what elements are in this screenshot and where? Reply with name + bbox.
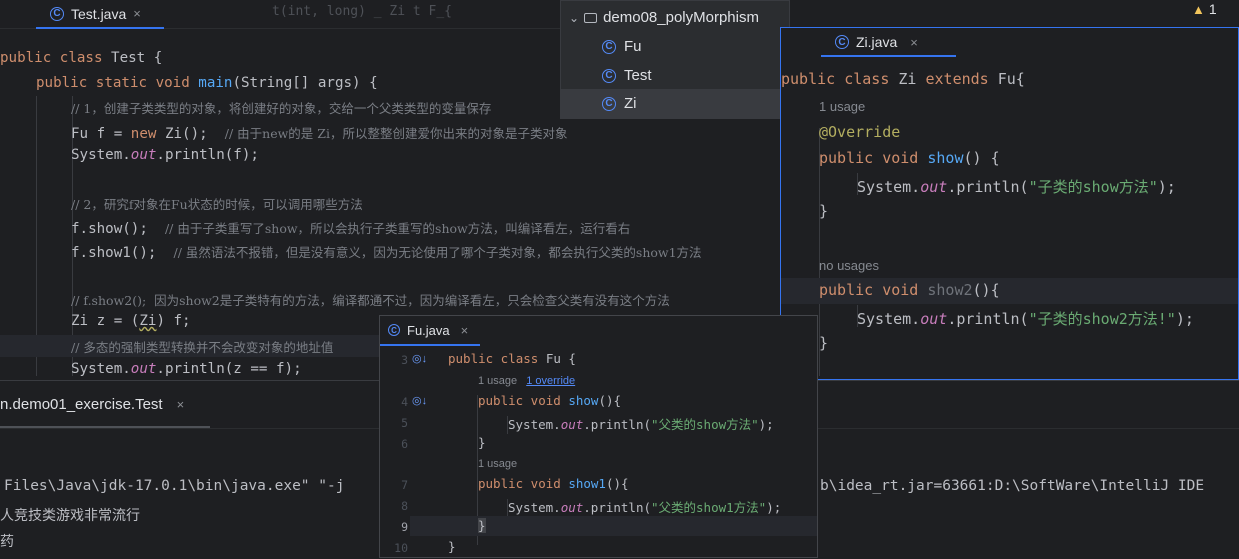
close-icon[interactable]: × bbox=[461, 323, 469, 338]
code-line: Fu f = new Zi(); // 由于new的是 Zi，所以整整创建爱你出… bbox=[71, 126, 568, 142]
code-line: System.out.println("父类的show1方法"); bbox=[508, 500, 782, 515]
current-line-highlight bbox=[410, 516, 817, 536]
class-icon: C bbox=[602, 68, 616, 83]
code-line: public void show(){ bbox=[478, 393, 622, 408]
tab-fu-java[interactable]: C Fu.java × bbox=[388, 318, 468, 342]
folder-icon bbox=[584, 12, 598, 23]
code-line: } bbox=[448, 539, 456, 554]
active-tab-indicator bbox=[821, 55, 956, 57]
code-line: System.out.println("子类的show方法"); bbox=[857, 178, 1176, 196]
active-tab-indicator bbox=[36, 27, 164, 29]
code-line: // 1，创建子类类型的对象，将创建好的对象，交给一个父类类型的变量保存 bbox=[71, 101, 492, 116]
code-line: } bbox=[478, 518, 486, 533]
fu-editor-window[interactable]: C Fu.java × 3 4 5 6 7 8 9 10 ◎↓ ◎↓ publi… bbox=[379, 315, 818, 558]
usage-count[interactable]: 1 usage bbox=[478, 375, 517, 387]
close-icon[interactable]: × bbox=[910, 35, 918, 50]
code-line: public void show2(){ bbox=[819, 281, 1000, 299]
popup-item-fu[interactable]: C Fu bbox=[561, 32, 789, 61]
code-line: public void show() { bbox=[819, 149, 1000, 167]
warning-icon: ▲ bbox=[1192, 1, 1205, 17]
code-line: } bbox=[478, 435, 486, 450]
usage-hint[interactable]: 1 usage bbox=[478, 458, 517, 470]
tab-label: Zi.java bbox=[856, 34, 898, 50]
class-icon: C bbox=[835, 35, 849, 49]
indent-guide bbox=[36, 96, 37, 376]
behind-code-text: t(int, long) _ Zi t F_{ bbox=[272, 4, 453, 19]
tab-label: Test.java bbox=[71, 5, 127, 22]
console-output-line: b\idea_rt.jar=63661:D:\SoftWare\IntelliJ… bbox=[820, 478, 1205, 494]
code-line: public class Zi extends Fu{ bbox=[781, 70, 1025, 88]
code-line: @Override bbox=[819, 123, 901, 141]
code-line: public void show1(){ bbox=[478, 476, 629, 491]
popup-item-label: Fu bbox=[624, 38, 642, 55]
class-icon: C bbox=[50, 6, 64, 21]
popup-title: demo08_polyMorphism bbox=[603, 9, 759, 26]
warning-indicator[interactable]: ▲ 1 bbox=[1192, 0, 1217, 18]
popup-item-zi[interactable]: C Zi bbox=[561, 89, 789, 118]
close-icon[interactable]: × bbox=[133, 6, 141, 21]
code-line: f.show(); // 由于子类重写了show，所以会执行子类重写的show方… bbox=[71, 221, 631, 237]
code-line: // 多态的强制类型转换并不会改变对象的地址值 bbox=[71, 340, 334, 355]
popup-item-test[interactable]: C Test bbox=[561, 61, 789, 90]
line-number: 3 bbox=[401, 353, 408, 367]
run-tab-label: n.demo01_exercise.Test bbox=[0, 396, 163, 413]
override-link[interactable]: 1 override bbox=[526, 375, 575, 387]
tab-zi-java[interactable]: C Zi.java × bbox=[835, 28, 918, 56]
popup-header[interactable]: ⌄ demo08_polyMorphism bbox=[561, 3, 789, 32]
tab-test-java[interactable]: C Test.java × bbox=[50, 0, 141, 27]
code-line: // f.show2(); 因为show2是子类特有的方法，编译都通不过，因为编… bbox=[71, 293, 670, 308]
popup-item-label: Test bbox=[624, 67, 652, 84]
line-number: 6 bbox=[401, 437, 408, 451]
warning-count: 1 bbox=[1208, 1, 1217, 17]
class-icon: C bbox=[602, 96, 616, 111]
code-line: public class Test { bbox=[0, 50, 163, 66]
line-number: 4 bbox=[401, 395, 408, 409]
code-line: public static void main(String[] args) { bbox=[36, 75, 378, 91]
tab-label: Fu.java bbox=[407, 322, 450, 338]
code-line: // 2，研究f对象在Fu状态的时候，可以调用哪些方法 bbox=[71, 197, 363, 212]
line-number: 10 bbox=[394, 541, 408, 555]
code-line: f.show1(); // 虽然语法不报错，但是没有意义，因为无论使用了哪个子类… bbox=[71, 245, 702, 261]
close-icon[interactable]: × bbox=[177, 397, 185, 412]
code-line: System.out.println("子类的show2方法!"); bbox=[857, 310, 1194, 328]
code-line: System.out.println(f); bbox=[71, 147, 259, 163]
line-number: 5 bbox=[401, 416, 408, 430]
project-popup[interactable]: ⌄ demo08_polyMorphism C Fu C Test C Zi bbox=[560, 0, 790, 119]
code-line: } bbox=[819, 202, 829, 220]
run-tab-indicator bbox=[0, 426, 210, 428]
usage-hint: 1 usage 1 override bbox=[478, 375, 575, 387]
popup-item-label: Zi bbox=[624, 95, 637, 112]
console-output-line: 人竞技类游戏非常流行 bbox=[0, 508, 140, 524]
code-line: public class Fu { bbox=[448, 351, 576, 366]
overridden-gutter-icon[interactable]: ◎↓ bbox=[412, 394, 427, 407]
run-tab[interactable]: n.demo01_exercise.Test × bbox=[0, 396, 184, 413]
code-line: Zi z = (Zi) f; bbox=[71, 313, 191, 329]
class-icon: C bbox=[602, 39, 616, 54]
code-line: System.out.println(z == f); bbox=[71, 361, 302, 377]
line-number: 7 bbox=[401, 478, 408, 492]
line-number: 9 bbox=[401, 520, 408, 534]
class-icon: C bbox=[388, 324, 400, 336]
console-output-line: Files\Java\jdk-17.0.1\bin\java.exe" "-j bbox=[4, 478, 345, 494]
code-line: } bbox=[819, 334, 829, 352]
console-output-line: 药 bbox=[0, 534, 14, 550]
zi-editor-window[interactable]: C Zi.java × public class Zi extends Fu{ … bbox=[780, 27, 1239, 380]
line-number: 8 bbox=[401, 499, 408, 513]
usage-hint[interactable]: no usages bbox=[819, 258, 879, 273]
usage-hint[interactable]: 1 usage bbox=[819, 99, 865, 114]
implemented-gutter-icon[interactable]: ◎↓ bbox=[412, 352, 427, 365]
active-tab-indicator bbox=[380, 344, 480, 346]
code-line: System.out.println("父类的show方法"); bbox=[508, 417, 774, 432]
chevron-down-icon: ⌄ bbox=[569, 10, 580, 25]
